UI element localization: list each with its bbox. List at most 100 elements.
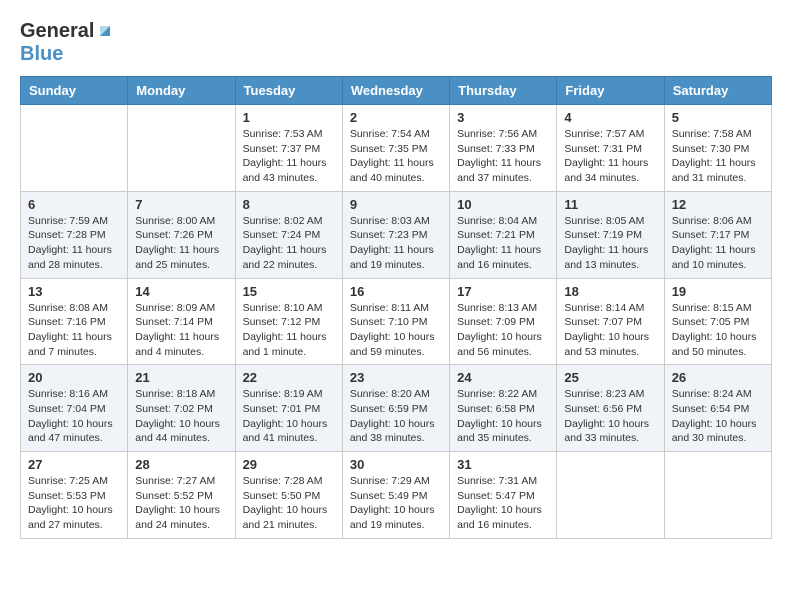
day-number: 21: [135, 370, 227, 385]
day-number: 12: [672, 197, 764, 212]
day-info: Sunrise: 7:59 AM Sunset: 7:28 PM Dayligh…: [28, 214, 120, 273]
day-info: Sunrise: 7:31 AM Sunset: 5:47 PM Dayligh…: [457, 474, 549, 533]
day-info: Sunrise: 8:00 AM Sunset: 7:26 PM Dayligh…: [135, 214, 227, 273]
calendar-cell: [128, 105, 235, 192]
calendar-cell: [21, 105, 128, 192]
day-number: 20: [28, 370, 120, 385]
day-number: 31: [457, 457, 549, 472]
calendar-cell: [664, 452, 771, 539]
day-number: 30: [350, 457, 442, 472]
day-number: 27: [28, 457, 120, 472]
day-header-sunday: Sunday: [21, 77, 128, 105]
day-number: 2: [350, 110, 442, 125]
day-number: 14: [135, 284, 227, 299]
day-number: 13: [28, 284, 120, 299]
day-number: 6: [28, 197, 120, 212]
calendar-cell: 23 Sunrise: 8:20 AM Sunset: 6:59 PM Dayli…: [342, 365, 449, 452]
day-number: 18: [564, 284, 656, 299]
logo-blue-text: Blue: [20, 43, 63, 65]
day-number: 17: [457, 284, 549, 299]
day-info: Sunrise: 8:06 AM Sunset: 7:17 PM Dayligh…: [672, 214, 764, 273]
day-number: 22: [243, 370, 335, 385]
calendar-cell: 8 Sunrise: 8:02 AM Sunset: 7:24 PM Daylig…: [235, 191, 342, 278]
calendar-cell: 7 Sunrise: 8:00 AM Sunset: 7:26 PM Daylig…: [128, 191, 235, 278]
day-number: 5: [672, 110, 764, 125]
calendar-cell: 18Sunrise: 8:14 AM Sunset: 7:07 PM Dayli…: [557, 278, 664, 365]
calendar-cell: 13 Sunrise: 8:08 AM Sunset: 7:16 PM Dayli…: [21, 278, 128, 365]
day-number: 11: [564, 197, 656, 212]
calendar-cell: 14 Sunrise: 8:09 AM Sunset: 7:14 PM Dayli…: [128, 278, 235, 365]
day-info: Sunrise: 8:08 AM Sunset: 7:16 PM Dayligh…: [28, 301, 120, 360]
calendar-cell: 31 Sunrise: 7:31 AM Sunset: 5:47 PM Dayli…: [450, 452, 557, 539]
logo-arrow-icon: [96, 22, 114, 40]
day-header-saturday: Saturday: [664, 77, 771, 105]
day-number: 3: [457, 110, 549, 125]
day-info: Sunrise: 8:02 AM Sunset: 7:24 PM Dayligh…: [243, 214, 335, 273]
calendar-cell: 29 Sunrise: 7:28 AM Sunset: 5:50 PM Dayli…: [235, 452, 342, 539]
day-header-thursday: Thursday: [450, 77, 557, 105]
day-info: Sunrise: 8:09 AM Sunset: 7:14 PM Dayligh…: [135, 301, 227, 360]
calendar-cell: 11 Sunrise: 8:05 AM Sunset: 7:19 PM Dayli…: [557, 191, 664, 278]
day-info: Sunrise: 8:11 AM Sunset: 7:10 PM Dayligh…: [350, 301, 442, 360]
calendar-cell: 2 Sunrise: 7:54 AM Sunset: 7:35 PM Daylig…: [342, 105, 449, 192]
day-header-tuesday: Tuesday: [235, 77, 342, 105]
day-info: Sunrise: 7:25 AM Sunset: 5:53 PM Dayligh…: [28, 474, 120, 533]
day-info: Sunrise: 8:03 AM Sunset: 7:23 PM Dayligh…: [350, 214, 442, 273]
day-info: Sunrise: 8:05 AM Sunset: 7:19 PM Dayligh…: [564, 214, 656, 273]
calendar-cell: 12 Sunrise: 8:06 AM Sunset: 7:17 PM Dayli…: [664, 191, 771, 278]
calendar-cell: 22 Sunrise: 8:19 AM Sunset: 7:01 PM Dayli…: [235, 365, 342, 452]
day-number: 8: [243, 197, 335, 212]
day-info: Sunrise: 8:20 AM Sunset: 6:59 PM Dayligh…: [350, 387, 442, 446]
day-number: 19: [672, 284, 764, 299]
day-number: 10: [457, 197, 549, 212]
calendar-cell: 9 Sunrise: 8:03 AM Sunset: 7:23 PM Daylig…: [342, 191, 449, 278]
day-number: 29: [243, 457, 335, 472]
day-number: 24: [457, 370, 549, 385]
day-info: Sunrise: 7:53 AM Sunset: 7:37 PM Dayligh…: [243, 127, 335, 186]
day-number: 28: [135, 457, 227, 472]
day-number: 15: [243, 284, 335, 299]
day-info: Sunrise: 7:28 AM Sunset: 5:50 PM Dayligh…: [243, 474, 335, 533]
calendar-cell: 3Sunrise: 7:56 AM Sunset: 7:33 PM Daylig…: [450, 105, 557, 192]
calendar-cell: 21 Sunrise: 8:18 AM Sunset: 7:02 PM Dayli…: [128, 365, 235, 452]
calendar: SundayMondayTuesdayWednesdayThursdayFrid…: [20, 76, 772, 539]
day-header-friday: Friday: [557, 77, 664, 105]
day-number: 25: [564, 370, 656, 385]
day-number: 9: [350, 197, 442, 212]
day-info: Sunrise: 7:58 AM Sunset: 7:30 PM Dayligh…: [672, 127, 764, 186]
calendar-cell: 4 Sunrise: 7:57 AM Sunset: 7:31 PM Daylig…: [557, 105, 664, 192]
day-info: Sunrise: 8:13 AM Sunset: 7:09 PM Dayligh…: [457, 301, 549, 360]
calendar-cell: 10 Sunrise: 8:04 AM Sunset: 7:21 PM Dayli…: [450, 191, 557, 278]
calendar-cell: 15 Sunrise: 8:10 AM Sunset: 7:12 PM Dayli…: [235, 278, 342, 365]
day-info: Sunrise: 8:23 AM Sunset: 6:56 PM Dayligh…: [564, 387, 656, 446]
day-header-wednesday: Wednesday: [342, 77, 449, 105]
day-info: Sunrise: 8:18 AM Sunset: 7:02 PM Dayligh…: [135, 387, 227, 446]
day-info: Sunrise: 8:19 AM Sunset: 7:01 PM Dayligh…: [243, 387, 335, 446]
calendar-cell: 26 Sunrise: 8:24 AM Sunset: 6:54 PM Dayli…: [664, 365, 771, 452]
calendar-cell: 6 Sunrise: 7:59 AM Sunset: 7:28 PM Daylig…: [21, 191, 128, 278]
day-info: Sunrise: 7:57 AM Sunset: 7:31 PM Dayligh…: [564, 127, 656, 186]
calendar-cell: 5 Sunrise: 7:58 AM Sunset: 7:30 PM Daylig…: [664, 105, 771, 192]
day-info: Sunrise: 8:10 AM Sunset: 7:12 PM Dayligh…: [243, 301, 335, 360]
day-number: 26: [672, 370, 764, 385]
day-number: 7: [135, 197, 227, 212]
calendar-cell: 1 Sunrise: 7:53 AM Sunset: 7:37 PM Daylig…: [235, 105, 342, 192]
calendar-cell: 28Sunrise: 7:27 AM Sunset: 5:52 PM Dayli…: [128, 452, 235, 539]
day-info: Sunrise: 7:29 AM Sunset: 5:49 PM Dayligh…: [350, 474, 442, 533]
logo-general-text: General: [20, 20, 94, 43]
day-info: Sunrise: 7:54 AM Sunset: 7:35 PM Dayligh…: [350, 127, 442, 186]
day-number: 4: [564, 110, 656, 125]
calendar-cell: [557, 452, 664, 539]
day-info: Sunrise: 8:22 AM Sunset: 6:58 PM Dayligh…: [457, 387, 549, 446]
day-info: Sunrise: 8:15 AM Sunset: 7:05 PM Dayligh…: [672, 301, 764, 360]
day-number: 23: [350, 370, 442, 385]
calendar-cell: 27 Sunrise: 7:25 AM Sunset: 5:53 PM Dayli…: [21, 452, 128, 539]
logo: General Blue: [20, 20, 114, 66]
calendar-cell: 19 Sunrise: 8:15 AM Sunset: 7:05 PM Dayli…: [664, 278, 771, 365]
day-number: 16: [350, 284, 442, 299]
calendar-cell: 20Sunrise: 8:16 AM Sunset: 7:04 PM Dayli…: [21, 365, 128, 452]
day-info: Sunrise: 8:04 AM Sunset: 7:21 PM Dayligh…: [457, 214, 549, 273]
day-number: 1: [243, 110, 335, 125]
day-info: Sunrise: 8:24 AM Sunset: 6:54 PM Dayligh…: [672, 387, 764, 446]
calendar-cell: 25 Sunrise: 8:23 AM Sunset: 6:56 PM Dayli…: [557, 365, 664, 452]
